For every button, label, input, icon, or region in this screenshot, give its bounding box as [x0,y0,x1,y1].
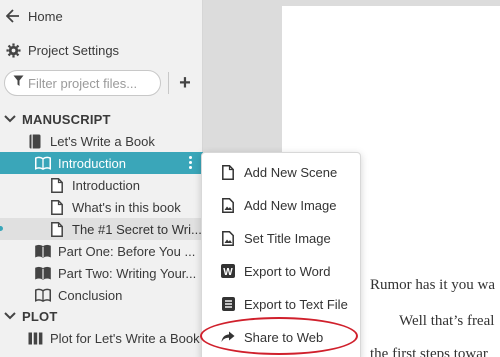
svg-text:W: W [223,267,233,278]
plot-section-header[interactable]: PLOT [0,305,57,327]
sidebar-item-secret-to-writing[interactable]: The #1 Secret to Wri... [0,218,203,240]
image-icon [220,230,236,246]
sidebar-item-plot[interactable]: Plot for Let's Write a Book [27,327,200,349]
sidebar-item-label: Introduction [58,155,126,171]
manuscript-label: MANUSCRIPT [22,111,111,127]
set-title-image-menu-item[interactable]: Set Title Image [202,222,362,254]
chevron-down-icon [2,111,18,127]
arrow-left-icon [5,8,21,24]
editor-text-line: the first steps towar [370,346,488,357]
export-to-word-menu-item[interactable]: W Export to Word [202,255,362,287]
home-link[interactable]: Home [5,5,63,27]
project-sidebar: Home Project Settings + MANUSCRIPT Let's… [0,0,203,357]
editor-text-line: Rumor has it you wa [370,277,495,293]
menu-item-label: Add New Image [244,197,337,213]
project-settings-link[interactable]: Project Settings [5,39,119,61]
toolbar-divider [168,72,169,94]
document-icon [49,221,65,237]
sidebar-item-label: Plot for Let's Write a Book [50,330,200,346]
image-icon [220,197,236,213]
book-icon [27,133,43,149]
menu-item-label: Export to Text File [244,296,348,312]
chevron-down-icon [2,308,18,324]
open-book-icon [35,287,51,303]
open-book-icon [35,265,51,281]
book-node[interactable]: Let's Write a Book [27,130,155,152]
columns-icon [27,330,43,346]
text-file-icon [220,296,236,312]
share-arrow-icon [220,329,236,345]
kebab-menu-icon[interactable] [189,156,193,170]
sidebar-item-part-one[interactable]: Part One: Before You ... [35,240,195,262]
sidebar-item-label: Part Two: Writing Your... [58,265,197,281]
sidebar-item-conclusion[interactable]: Conclusion [35,284,122,306]
menu-item-label: Set Title Image [244,230,331,246]
project-settings-label: Project Settings [28,42,120,58]
sidebar-item-introduction-scene[interactable]: Introduction [49,174,140,196]
filter-files-input[interactable] [28,75,153,91]
add-new-image-menu-item[interactable]: Add New Image [202,189,362,221]
menu-item-label: Add New Scene [244,164,338,180]
sidebar-item-part-two[interactable]: Part Two: Writing Your... [35,262,196,284]
filter-search-box[interactable] [4,70,161,96]
sidebar-item-label: Introduction [72,177,140,193]
filter-icon [13,74,24,92]
document-icon [49,199,65,215]
add-new-scene-menu-item[interactable]: Add New Scene [202,156,362,188]
word-icon: W [220,263,236,279]
context-menu: Add New Scene Add New Image Set Title Im… [201,152,361,357]
sidebar-item-whats-in-this-book[interactable]: What's in this book [49,196,181,218]
export-to-text-file-menu-item[interactable]: Export to Text File [202,288,362,320]
sidebar-item-label: Conclusion [58,287,123,303]
sidebar-item-label: The #1 Secret to Wri... [72,221,202,237]
document-icon [220,164,236,180]
menu-item-label: Share to Web [244,329,324,345]
menu-item-label: Export to Word [244,263,331,279]
sidebar-item-introduction-chapter[interactable]: Introduction [0,152,203,174]
manuscript-section-header[interactable]: MANUSCRIPT [0,108,111,130]
share-to-web-menu-item[interactable]: Share to Web [202,321,362,353]
open-book-icon [35,243,51,259]
plot-label: PLOT [22,308,58,324]
sidebar-item-label: Part One: Before You ... [58,243,196,259]
editor-text-line: Well that’s freal [399,313,495,329]
gear-icon [5,42,21,58]
home-label: Home [28,8,63,24]
book-title-label: Let's Write a Book [50,133,155,149]
add-item-button[interactable]: + [175,72,195,94]
sidebar-item-label: What's in this book [72,199,181,215]
document-icon [49,177,65,193]
open-book-icon [35,155,51,171]
